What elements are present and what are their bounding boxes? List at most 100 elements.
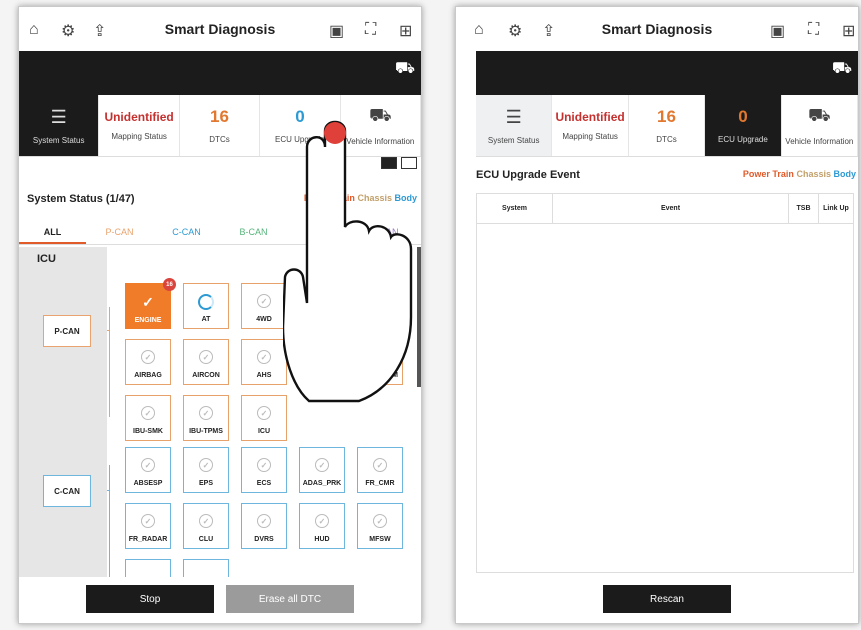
scrollbar[interactable] [417,247,421,387]
ecu-label: MFSW [369,536,391,543]
filter-other-can[interactable]: -CAN [354,221,421,244]
rescan-button[interactable]: Rescan [603,585,731,613]
check-icon: ✓ [142,293,154,310]
ecu-label: IBU-TPMS [189,428,223,435]
check-icon: ✓ [373,458,387,472]
ecu-absesp[interactable]: ✓ ABSESP [125,447,171,493]
column-system: System [477,194,553,223]
tab-ecu-upgrade[interactable]: 0 ECU Upgrade [260,95,341,156]
tab-system-status[interactable]: ☰ System Status [19,95,100,156]
checklist-icon: ☰ [505,106,522,127]
ecu-partial-2[interactable]: ✓ [183,559,229,577]
tab-mapping-status[interactable]: Unidentified Mapping Status [99,95,180,156]
ecu-label: ENGINE [134,317,162,324]
check-icon: ✓ [141,406,155,420]
check-icon: ✓ [257,406,271,420]
grid-view-icon[interactable] [381,157,397,169]
expand-icon[interactable]: ⛶ [808,21,819,39]
ecu-mfsw[interactable]: ✓ MFSW [357,503,403,549]
check-icon: ✓ [257,514,271,528]
ecu-at[interactable]: AT [183,283,229,329]
legend-chassis[interactable]: Chassis [357,193,392,203]
ecu-eps[interactable]: ✓ EPS [183,447,229,493]
tab-vehicle-information[interactable]: ⛟ Vehicle Information [341,95,421,156]
tab-dtcs[interactable]: 16 DTCs [629,95,706,156]
legend-power-train[interactable]: Power Train [304,193,355,203]
grid-icon[interactable]: ⊞ [399,21,412,41]
tab-value: 0 [295,107,305,126]
ecu-ibu-tpms[interactable]: ✓ IBU-TPMS [183,395,229,441]
grid-icon[interactable]: ⊞ [842,21,855,41]
ecu-engine[interactable]: 16 ✓ ENGINE [125,278,176,329]
loading-icon [198,294,214,310]
app-title: Smart Diagnosis [601,21,713,37]
tab-mapping-status[interactable]: Unidentified Mapping Status [552,95,629,156]
ecu-icu[interactable]: ✓ ICU [241,395,287,441]
status-tabs: ☰ System Status Unidentified Mapping Sta… [19,95,421,157]
filter-c-can[interactable]: C-CAN [153,221,220,244]
car-icon[interactable]: ⛟ [832,59,852,79]
bus-p-can[interactable]: P-CAN [43,315,91,347]
ecu-adas-prk[interactable]: ✓ ADAS_PRK [299,447,345,493]
ecu-ecs[interactable]: ✓ ECS [241,447,287,493]
ecu-ahs[interactable]: ✓ AHS [241,339,287,385]
check-icon: ✓ [199,458,213,472]
filter-p-can[interactable]: P-CAN [86,221,153,244]
filter-hidden[interactable] [287,221,354,244]
vehicle-info-icon: ⛟ [369,105,392,125]
ecu-partial[interactable]: M [357,339,403,385]
tab-system-status[interactable]: ☰ System Status [476,95,553,156]
left-screen: ⌂ ⚙ ⇪ Smart Diagnosis ▣ ⛶ ⊞ ⛟ ☰ System S… [18,6,422,624]
ecu-4wd[interactable]: ✓ 4WD [241,283,287,329]
checklist-icon: ☰ [50,106,67,127]
ecu-ibu-smk[interactable]: ✓ IBU-SMK [125,395,171,441]
tab-value: 0 [738,107,748,126]
ecu-hud[interactable]: ✓ HUD [299,503,345,549]
filter-all[interactable]: ALL [19,221,86,244]
stop-button[interactable]: Stop [86,585,214,613]
check-icon: ✓ [257,458,271,472]
check-icon: ✓ [199,350,213,364]
car-icon[interactable]: ⛟ [395,59,415,79]
tab-vehicle-information[interactable]: ⛟ Vehicle Information [782,95,858,156]
ecu-label: DVRS [254,536,274,543]
tab-dtcs[interactable]: 16 DTCs [180,95,261,156]
ecu-label: AT [201,316,211,323]
ecu-label: FR_CMR [365,480,395,487]
ecu-label: ADAS_PRK [302,480,342,487]
section-title: ECU Upgrade Event [476,169,580,181]
battery-icon[interactable]: ▣ [329,21,344,41]
bus-c-can[interactable]: C-CAN [43,475,91,507]
ecu-fr-cmr[interactable]: ✓ FR_CMR [357,447,403,493]
ecu-airbag[interactable]: ✓ AIRBAG [125,339,171,385]
bottom-actions: Rescan [456,585,858,613]
view-toggle[interactable] [381,157,417,169]
tab-label: Vehicle Information [785,137,854,146]
legend-body[interactable]: Body [395,193,418,203]
list-view-icon[interactable] [401,157,417,169]
tab-ecu-upgrade[interactable]: 0 ECU Upgrade [705,95,782,156]
erase-all-dtc-button[interactable]: Erase all DTC [226,585,354,613]
ecu-partial-1[interactable]: ✓ [125,559,171,577]
ecu-dvrs[interactable]: ✓ DVRS [241,503,287,549]
ecu-grid: 16 ✓ ENGINE AT ✓ 4WD ✓ AIRBAG ✓ AIRCON ✓… [107,247,421,577]
check-icon: ✓ [315,514,329,528]
ecu-fr-radar[interactable]: ✓ FR_RADAR [125,503,171,549]
ecu-clu[interactable]: ✓ CLU [183,503,229,549]
legend-chassis[interactable]: Chassis [796,169,831,179]
battery-icon[interactable]: ▣ [770,21,785,41]
filter-b-can[interactable]: B-CAN [220,221,287,244]
tab-label: DTCs [209,135,230,144]
check-icon: ✓ [141,350,155,364]
expand-icon[interactable]: ⛶ [365,21,376,39]
tab-label: ECU Upgrade [718,135,768,144]
ecu-label: AIRCON [192,372,220,379]
check-icon: ✓ [141,458,155,472]
bottom-actions: Stop Erase all DTC [19,585,421,613]
table-header: System Event TSB Link Up [477,194,853,224]
tab-value: 16 [210,107,229,126]
legend-power-train[interactable]: Power Train [743,169,794,179]
legend-body[interactable]: Body [834,169,857,179]
column-tsb: TSB [789,194,819,223]
ecu-aircon[interactable]: ✓ AIRCON [183,339,229,385]
